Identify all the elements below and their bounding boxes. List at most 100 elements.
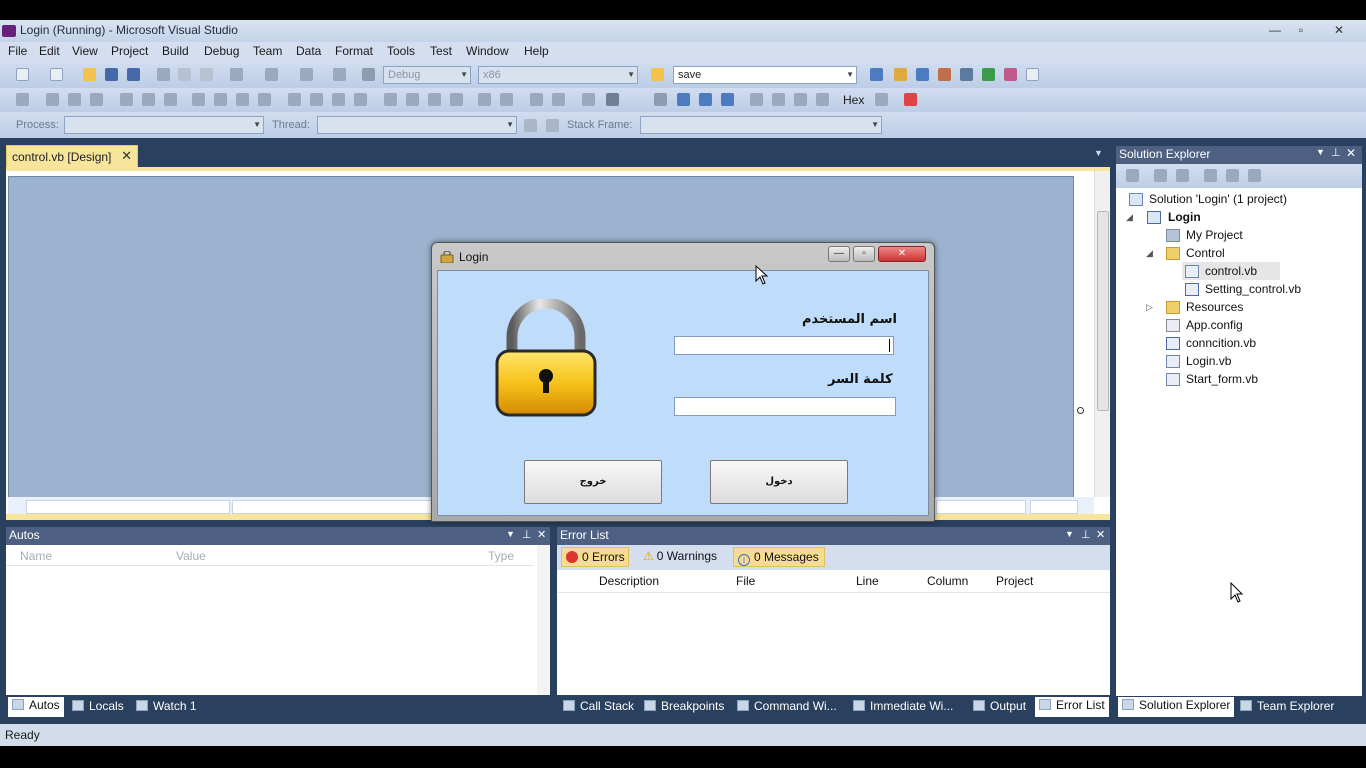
new-project-icon[interactable] — [16, 68, 29, 81]
step-over-icon[interactable] — [794, 93, 807, 106]
menu-test[interactable]: Test — [430, 44, 452, 58]
tree-item-login-vb[interactable]: Login.vb — [1186, 354, 1231, 368]
break-all-icon[interactable] — [677, 93, 690, 106]
minimize-button[interactable]: — — [1263, 22, 1287, 38]
tree-item-resources-folder[interactable]: Resources — [1186, 300, 1243, 314]
solution-explorer-icon[interactable] — [870, 68, 883, 81]
bring-to-front-icon[interactable] — [530, 93, 543, 106]
auto-hide-pin-icon[interactable]: ⊥ — [1081, 528, 1091, 541]
copy-icon[interactable] — [178, 68, 191, 81]
refresh-icon[interactable] — [1176, 169, 1189, 182]
tab-watch-1[interactable]: Watch 1 — [136, 699, 197, 713]
horizontal-spacing-icon[interactable] — [288, 93, 301, 106]
warnings-filter-button[interactable]: ⚠ 0 Warnings — [639, 547, 725, 567]
find-in-files-icon[interactable] — [651, 68, 664, 81]
tab-order-icon[interactable] — [582, 93, 595, 106]
tab-immediate-window[interactable]: Immediate Wi... — [853, 699, 953, 713]
make-same-width-icon[interactable] — [192, 93, 205, 106]
expand-arrow-icon[interactable]: ▷ — [1146, 302, 1153, 313]
tree-item-app-config[interactable]: App.config — [1186, 318, 1243, 332]
object-browser-icon[interactable] — [916, 68, 929, 81]
tab-call-stack[interactable]: Call Stack — [563, 699, 634, 713]
window-position-icon[interactable]: ▼ — [1065, 529, 1074, 539]
view-class-diagram-icon[interactable] — [1248, 169, 1261, 182]
menu-window[interactable]: Window — [466, 44, 509, 58]
toolbox-icon[interactable] — [938, 68, 951, 81]
tab-error-list[interactable]: Error List — [1035, 697, 1109, 717]
make-same-size-icon[interactable] — [236, 93, 249, 106]
column-header-type[interactable]: Type — [488, 549, 514, 563]
tab-output[interactable]: Output — [973, 699, 1026, 713]
menu-file[interactable]: File — [8, 44, 27, 58]
add-item-icon[interactable] — [50, 68, 63, 81]
center-horizontally-icon[interactable] — [478, 93, 491, 106]
step-out-icon[interactable] — [816, 93, 829, 106]
tree-item-control-folder[interactable]: Control — [1186, 246, 1225, 260]
align-bottoms-icon[interactable] — [164, 93, 177, 106]
navigate-back-icon[interactable] — [300, 68, 313, 81]
column-header-line[interactable]: Line — [856, 574, 879, 588]
column-header-column[interactable]: Column — [927, 574, 968, 588]
dialog-minimize-button[interactable]: — — [828, 246, 850, 262]
column-header-project[interactable]: Project — [996, 574, 1033, 588]
dialog-maximize-button[interactable]: ▫ — [853, 246, 875, 262]
restart-icon[interactable] — [721, 93, 734, 106]
maximize-button[interactable]: ▫ — [1289, 22, 1313, 38]
extension-manager-icon[interactable] — [982, 68, 995, 81]
increase-hspacing-icon[interactable] — [310, 93, 323, 106]
tab-breakpoints[interactable]: Breakpoints — [644, 699, 724, 713]
tree-item-control-vb[interactable]: control.vb — [1205, 264, 1257, 278]
center-vertically-icon[interactable] — [500, 93, 513, 106]
windows-menu-icon[interactable] — [904, 93, 917, 106]
menu-help[interactable]: Help — [524, 44, 549, 58]
username-input[interactable] — [674, 336, 894, 355]
toggle-flag-icon[interactable] — [524, 119, 537, 132]
close-button[interactable]: ✕ — [1327, 22, 1351, 38]
send-to-back-icon[interactable] — [552, 93, 565, 106]
properties-icon[interactable] — [894, 68, 907, 81]
window-position-icon[interactable]: ▼ — [1316, 147, 1325, 157]
column-header-description[interactable]: Description — [599, 574, 659, 588]
remove-hspacing-icon[interactable] — [354, 93, 367, 106]
autos-scrollbar[interactable] — [537, 545, 550, 695]
menu-project[interactable]: Project — [111, 44, 148, 58]
decrease-vspacing-icon[interactable] — [428, 93, 441, 106]
align-middles-icon[interactable] — [142, 93, 155, 106]
navigate-forward-icon[interactable] — [333, 68, 346, 81]
show-all-files-icon[interactable] — [1154, 169, 1167, 182]
show-next-statement-icon[interactable] — [750, 93, 763, 106]
decrease-hspacing-icon[interactable] — [332, 93, 345, 106]
align-tops-icon[interactable] — [120, 93, 133, 106]
increase-vspacing-icon[interactable] — [406, 93, 419, 106]
tree-item-setting-control[interactable]: Setting_control.vb — [1205, 282, 1301, 296]
step-into-icon[interactable] — [772, 93, 785, 106]
tree-item-conncition[interactable]: conncition.vb — [1186, 336, 1256, 350]
align-rights-icon[interactable] — [90, 93, 103, 106]
tab-autos[interactable]: Autos — [8, 697, 64, 717]
close-tab-icon[interactable]: ✕ — [121, 148, 132, 164]
paste-icon[interactable] — [200, 68, 213, 81]
view-designer-icon[interactable] — [1226, 169, 1239, 182]
close-pane-icon[interactable]: ✕ — [1096, 528, 1105, 541]
thread-select[interactable]: ▼ — [317, 116, 517, 134]
show-flagged-icon[interactable] — [546, 119, 559, 132]
stop-debugging-icon[interactable] — [699, 93, 712, 106]
column-header-file[interactable]: File — [736, 574, 755, 588]
align-centers-icon[interactable] — [68, 93, 81, 106]
exit-button[interactable]: خروج — [524, 460, 662, 504]
stack-frame-select[interactable]: ▼ — [640, 116, 882, 134]
save-all-icon[interactable] — [127, 68, 140, 81]
menu-debug[interactable]: Debug — [204, 44, 239, 58]
menu-team[interactable]: Team — [253, 44, 282, 58]
menu-data[interactable]: Data — [296, 44, 321, 58]
resize-handle[interactable] — [1077, 407, 1084, 414]
redo-icon[interactable] — [265, 68, 278, 81]
undo-icon[interactable] — [230, 68, 243, 81]
align-lefts-icon[interactable] — [46, 93, 59, 106]
menu-build[interactable]: Build — [162, 44, 189, 58]
column-header-value[interactable]: Value — [176, 549, 206, 563]
view-code-icon[interactable] — [1204, 169, 1217, 182]
designer-vertical-scrollbar[interactable] — [1094, 171, 1110, 497]
continue-icon[interactable] — [654, 93, 667, 106]
auto-hide-pin-icon[interactable]: ⊥ — [1331, 146, 1341, 159]
